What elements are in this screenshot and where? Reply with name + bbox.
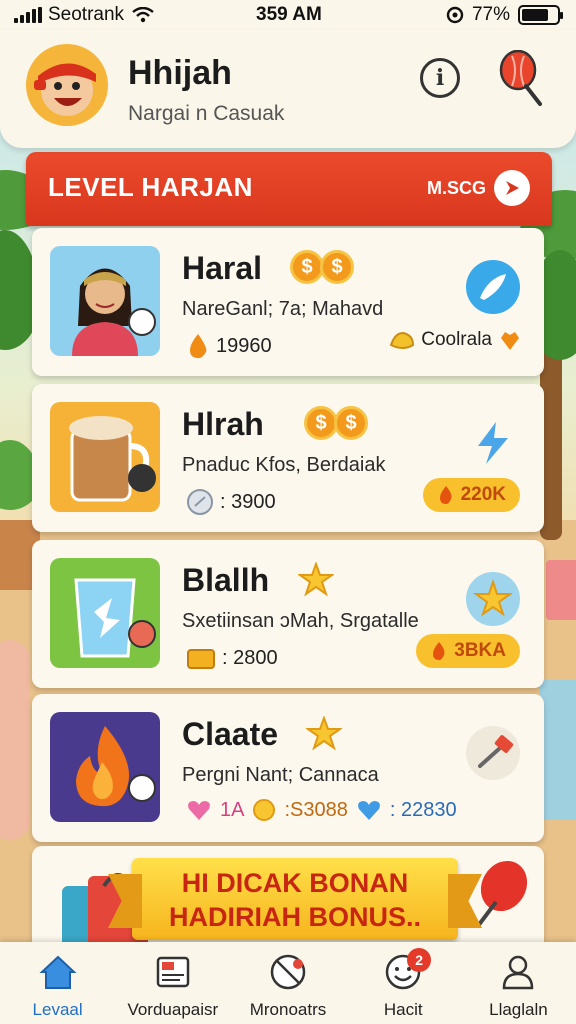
level-banner: LEVEL HARJAN M.SCG: [26, 152, 552, 226]
star-icon: [306, 716, 342, 751]
flame-icon: [433, 642, 445, 660]
stat-value: : 2800: [222, 646, 278, 669]
avatar[interactable]: [26, 44, 108, 126]
pink-heart-icon: [188, 801, 210, 820]
reward-text: Coolrala: [421, 329, 492, 350]
app-header: Hhijah Nargai n Casuak i: [0, 30, 576, 148]
level-more-button[interactable]: M.SCG: [427, 170, 530, 206]
tool-badge-icon: [128, 620, 156, 648]
coin-icon: $: [290, 250, 324, 284]
star-icon: [298, 562, 334, 597]
card-stat: 1A :S3088 : 22830: [186, 798, 457, 822]
carrier-label: Seotrank: [48, 4, 125, 25]
reward-text: 220K: [460, 484, 506, 505]
nav-label: Hacit: [383, 1000, 423, 1019]
battery-percent: 77%: [471, 4, 510, 25]
reward-pill[interactable]: 3BKA: [416, 634, 520, 668]
play-arrow-icon: [494, 170, 530, 206]
app-title: Hhijah: [128, 54, 232, 92]
no-entry-icon: [270, 954, 306, 990]
card-description: Sxetiinsan ɔMah, Srgatalle: [182, 610, 419, 632]
bonus-line-2: HADIRIAH BONUS..: [168, 902, 421, 932]
app-subtitle: Nargai n Casuak: [128, 102, 285, 125]
battery-icon: [518, 5, 563, 25]
card-stat: : 2800: [186, 644, 278, 672]
status-bar: Seotrank 359 AM 77%: [0, 0, 576, 30]
level-card-2[interactable]: Hlrah $ $ Pnaduc Kfos, Berdaiak : 3900 2…: [32, 384, 544, 532]
gold-bar-icon: [187, 649, 215, 669]
hot-air-balloon-icon[interactable]: [496, 50, 546, 110]
drink-thumbnail: [50, 402, 160, 512]
fire-thumbnail: [50, 712, 160, 822]
bonus-line-1: HI DICAK BONAN: [181, 868, 409, 898]
stat-value: : 22830: [389, 798, 457, 821]
stat-value: 19960: [216, 334, 272, 357]
level-card-4[interactable]: Claate Pergni Nant; Cannaca 1A :S3088 : …: [32, 694, 544, 842]
tool-badge-icon: [128, 774, 156, 802]
hammer-icon[interactable]: [466, 726, 520, 780]
reward-pill[interactable]: 220K: [422, 478, 520, 512]
user-icon: [503, 955, 534, 990]
card-stat: : 3900: [186, 488, 276, 516]
card-title: Blallh: [182, 562, 270, 598]
card-description: Pergni Nant; Cannaca: [182, 764, 379, 786]
nav-monsters[interactable]: Mronoatrs: [230, 942, 345, 1024]
reward-label: Coolrala: [389, 328, 522, 352]
drop-icon: [190, 334, 207, 359]
coin-tokens: $ $: [304, 406, 368, 440]
coin-icon: $: [304, 406, 338, 440]
level-card-3[interactable]: Blallh Sxetiinsan ɔMah, Srgatalle : 2800…: [32, 540, 544, 688]
stat-value: 1A: [220, 798, 245, 821]
nav-leaderboard[interactable]: Vorduapaisr: [115, 942, 230, 1024]
nav-level[interactable]: Levaal: [0, 942, 115, 1024]
coin-icon: $: [334, 406, 368, 440]
clock: 359 AM: [256, 4, 322, 25]
newspaper-icon: [156, 956, 190, 988]
blue-heart-icon: [357, 801, 380, 820]
bonus-banner[interactable]: HI DICAK BONAN HADIRIAH BONUS..: [132, 858, 458, 940]
bottom-nav: Levaal Vorduapaisr Mronoatrs 2 Hacit Lla…: [0, 942, 576, 1024]
flame-icon: [439, 486, 452, 504]
card-description: NareGanl; 7a; Mahavd: [182, 298, 384, 320]
nav-hacit[interactable]: 2 Hacit: [346, 942, 461, 1024]
card-title: Claate: [182, 716, 279, 752]
notification-badge: 2: [407, 948, 432, 972]
card-stat: 19960: [186, 332, 272, 360]
glass-thumbnail: [50, 558, 160, 668]
alarm-icon: [446, 6, 464, 24]
star-badge-icon[interactable]: [466, 572, 520, 626]
level-card-1[interactable]: Haral $ $ NareGanl; 7a; Mahavd 19960 Coo…: [32, 228, 544, 376]
level-more-label: M.SCG: [426, 177, 486, 198]
wifi-icon: [132, 7, 154, 23]
nav-label: Vorduapaisr: [127, 1000, 219, 1019]
star-tokens: [298, 562, 334, 598]
reward-text: 3BKA: [454, 640, 506, 661]
nav-label: Llaglaln: [489, 1000, 548, 1019]
card-title: Haral: [182, 250, 263, 286]
nav-profile[interactable]: Llaglaln: [461, 942, 576, 1024]
gold-coin-icon: [253, 799, 276, 821]
feather-icon[interactable]: [466, 260, 520, 314]
lightning-icon[interactable]: [466, 416, 520, 470]
nav-label: Mronoatrs: [249, 1000, 327, 1019]
card-description: Pnaduc Kfos, Berdaiak: [182, 454, 386, 476]
stat-value: : 3900: [220, 490, 276, 513]
stat-value: :S3088: [284, 798, 348, 821]
tool-badge-icon: [128, 464, 156, 492]
heart-gem-icon: [501, 332, 519, 350]
nav-label: Levaal: [32, 1000, 83, 1019]
info-icon[interactable]: i: [420, 58, 460, 98]
silver-coin-icon: [187, 489, 213, 515]
signal-icon: [14, 7, 42, 23]
character-thumbnail: [50, 246, 160, 356]
gold-nugget-icon: [390, 331, 415, 349]
star-tokens: [306, 716, 342, 752]
coin-icon: $: [320, 250, 354, 284]
home-icon: [39, 955, 77, 989]
card-title: Hlrah: [182, 406, 264, 442]
tool-badge-icon: [128, 308, 156, 336]
level-title: LEVEL HARJAN: [48, 172, 253, 202]
coin-tokens: $ $: [290, 250, 354, 284]
